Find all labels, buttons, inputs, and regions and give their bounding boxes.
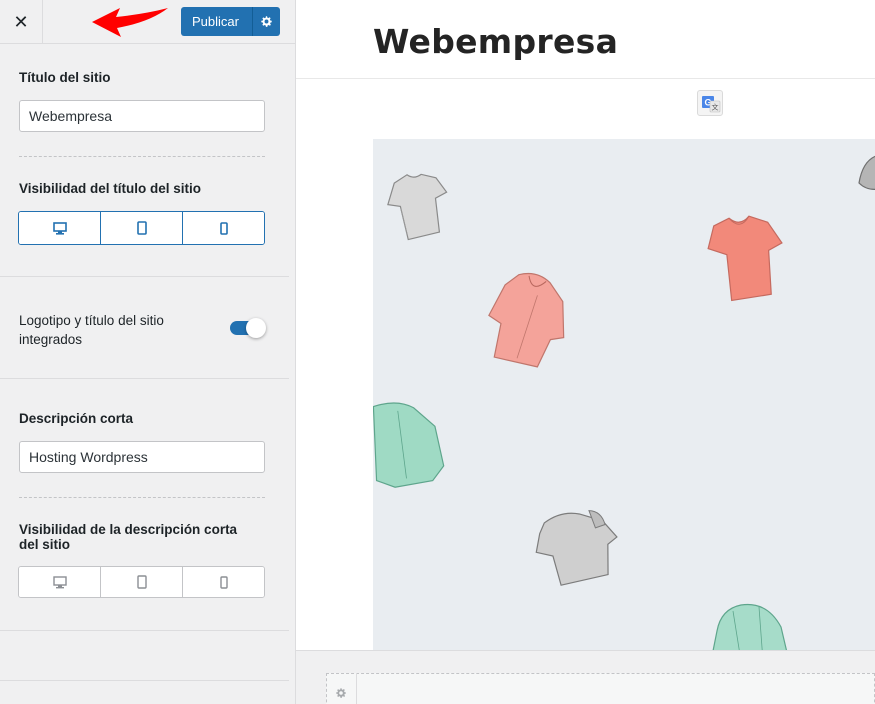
clothing-pattern — [373, 155, 875, 650]
desc-visibility-mobile-button[interactable] — [182, 567, 264, 597]
close-icon: ✕ — [13, 11, 29, 33]
footer-widget-area[interactable] — [326, 673, 875, 704]
hero-clothing-illustration — [373, 139, 875, 650]
section-separator — [0, 680, 289, 681]
preview-site-title[interactable]: Webempresa — [373, 22, 618, 61]
mobile-icon — [219, 221, 228, 235]
short-description-input[interactable] — [19, 441, 265, 473]
site-title-input[interactable] — [19, 100, 265, 132]
site-preview: Webempresa G 文 — [296, 0, 875, 704]
footer-separator — [356, 673, 357, 704]
publish-settings-button[interactable] — [252, 7, 280, 36]
footer-settings-button[interactable] — [326, 673, 356, 704]
gear-icon — [261, 16, 272, 27]
desc-visibility-tablet-button[interactable] — [100, 567, 182, 597]
preview-footer — [296, 650, 875, 704]
divider — [19, 497, 265, 498]
divider — [19, 156, 265, 157]
title-visibility-label: Visibilidad del título del sitio — [19, 181, 202, 196]
mobile-icon — [219, 575, 228, 589]
customizer-window: ✕ Publicar Título del sitio Visibilidad … — [0, 0, 875, 704]
desktop-icon — [52, 221, 67, 235]
toggle-knob — [246, 318, 266, 338]
publish-label: Publicar — [192, 14, 239, 29]
description-visibility-devices — [18, 566, 265, 598]
title-visibility-tablet-button[interactable] — [100, 212, 182, 244]
google-translate-icon[interactable]: G 文 — [697, 90, 723, 116]
site-title-label: Título del sitio — [19, 70, 111, 85]
section-separator — [0, 378, 289, 379]
title-visibility-desktop-button[interactable] — [19, 212, 100, 244]
title-visibility-devices — [18, 211, 265, 245]
integrated-toggle-label: Logotipo y título del sitio integrados — [19, 313, 164, 347]
gear-icon — [336, 688, 347, 698]
tablet-icon — [136, 221, 147, 235]
customizer-topbar: ✕ Publicar — [0, 0, 295, 44]
header-divider — [296, 78, 875, 79]
integrated-logo-title-toggle[interactable] — [230, 318, 266, 338]
short-description-label: Descripción corta — [19, 411, 134, 426]
description-visibility-label: Visibilidad de la descripción corta del … — [19, 522, 238, 552]
svg-text:文: 文 — [712, 103, 719, 112]
section-separator — [0, 276, 289, 277]
section-separator — [0, 630, 289, 631]
desktop-icon — [52, 575, 67, 588]
publish-button[interactable]: Publicar — [181, 7, 280, 36]
annotation-arrow — [92, 8, 168, 37]
tablet-icon — [136, 575, 147, 589]
desc-visibility-desktop-button[interactable] — [19, 567, 100, 597]
close-button[interactable]: ✕ — [0, 0, 43, 44]
title-visibility-mobile-button[interactable] — [182, 212, 264, 244]
customizer-sidebar: ✕ Publicar Título del sitio Visibilidad … — [0, 0, 296, 704]
translate-glyph: G 文 — [702, 96, 721, 113]
